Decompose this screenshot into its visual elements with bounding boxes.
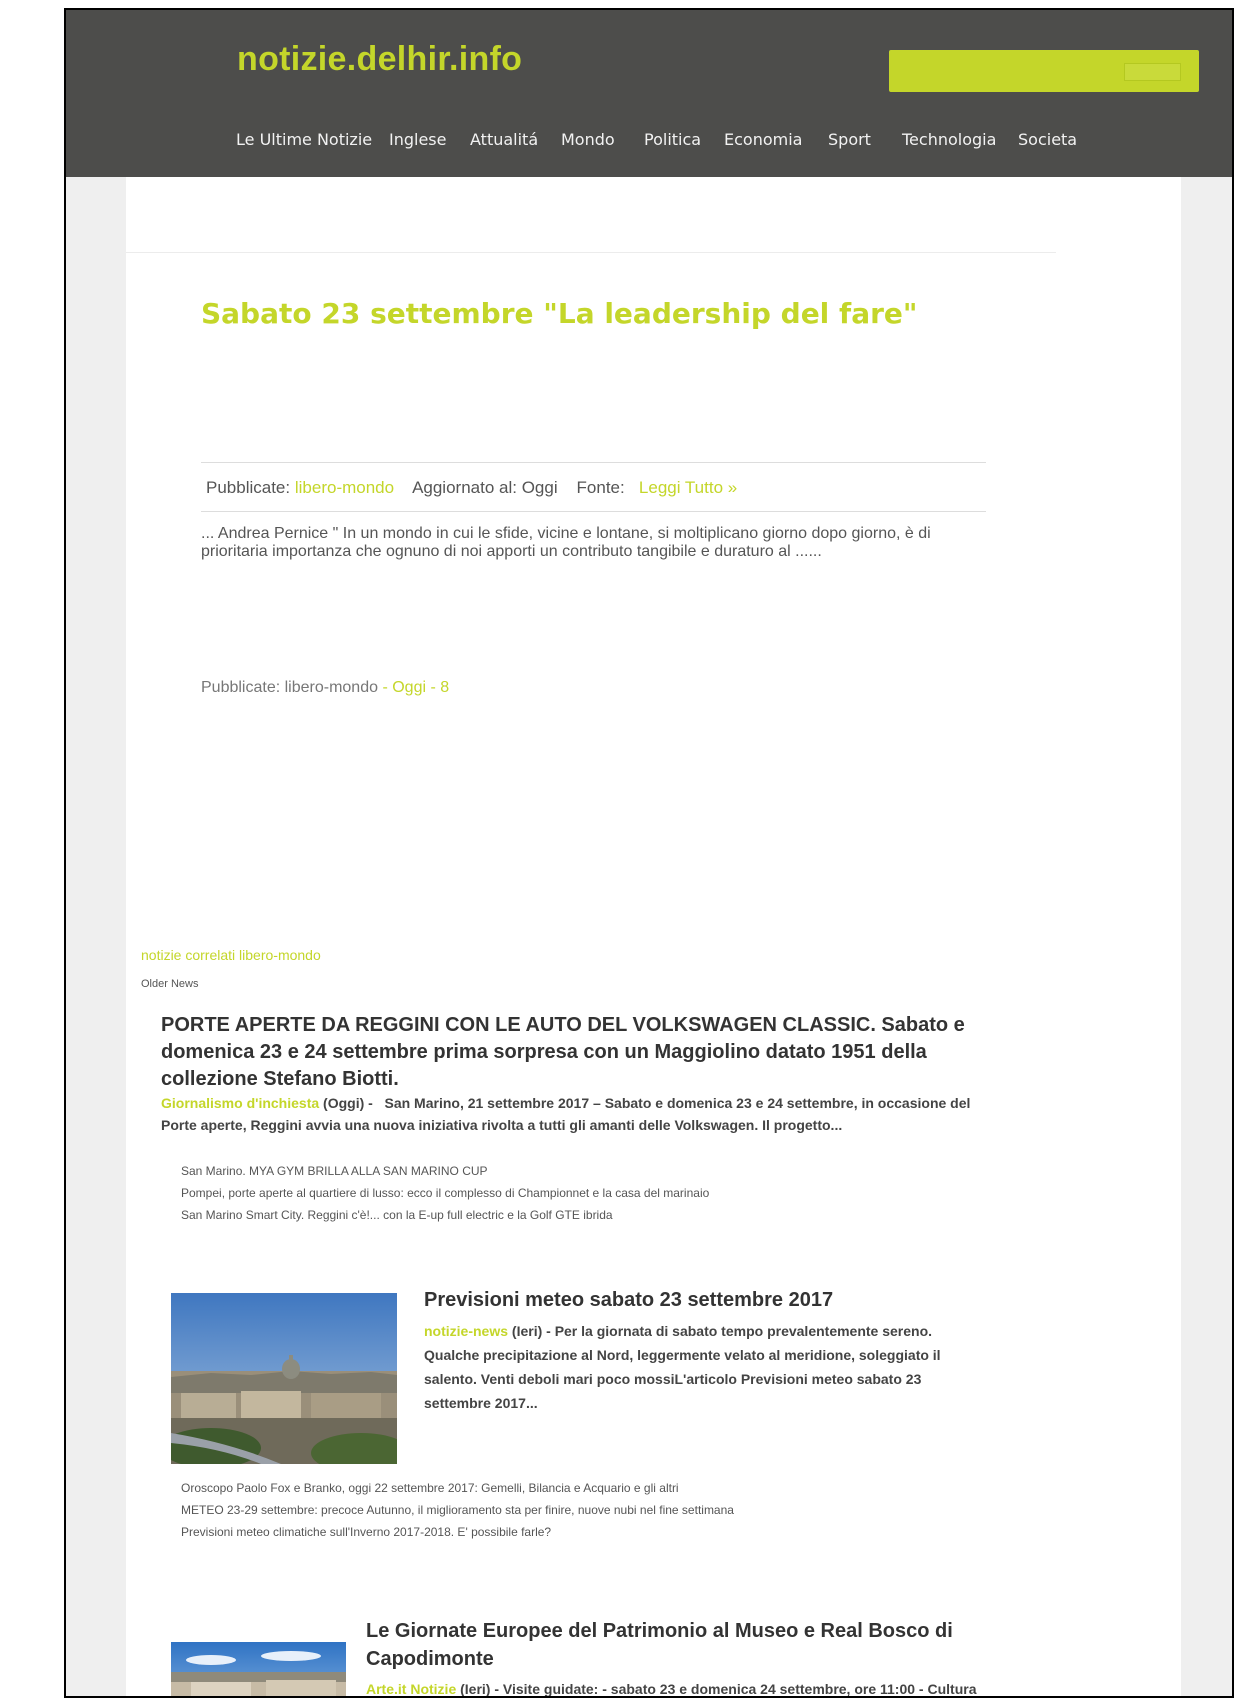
- published-label: Pubblicate:: [206, 478, 291, 497]
- news-thumbnail-capodimonte[interactable]: [171, 1642, 346, 1696]
- news-date: (Ieri) -: [511, 1323, 551, 1339]
- nav-item-mondo[interactable]: Mondo: [561, 130, 615, 149]
- news-title[interactable]: Le Giornate Europee del Patrimonio al Mu…: [366, 1617, 986, 1673]
- related-link[interactable]: San Marino. MYA GYM BRILLA ALLA SAN MARI…: [181, 1160, 709, 1182]
- older-news-label[interactable]: Older News: [141, 978, 198, 990]
- main-content: Sabato 23 settembre "La leadership del f…: [126, 177, 1181, 1697]
- related-links: San Marino. MYA GYM BRILLA ALLA SAN MARI…: [181, 1160, 709, 1226]
- related-link[interactable]: Previsioni meteo climatiche sull'Inverno…: [181, 1521, 734, 1543]
- article-meta: Pubblicate: libero-mondo Aggiornato al: …: [201, 462, 986, 512]
- news-date: (Ieri) -: [460, 1681, 500, 1697]
- article-excerpt: ... Andrea Pernice " In un mondo in cui …: [201, 525, 931, 560]
- news-summary: notizie-news (Ieri) - Per la giornata di…: [424, 1319, 984, 1415]
- news-title[interactable]: PORTE APERTE DA REGGINI CON LE AUTO DEL …: [161, 1012, 981, 1093]
- footer-published: Pubblicate: libero-mondo: [201, 679, 378, 696]
- article-footer: Pubblicate: libero-mondo - Oggi - 8: [201, 679, 449, 697]
- news-source-link[interactable]: Arte.it Notizie: [366, 1681, 456, 1696]
- news-summary: Giornalismo d'inchiesta (Oggi) - San Mar…: [161, 1092, 981, 1136]
- search-button[interactable]: [1124, 63, 1181, 81]
- news-title[interactable]: Previsioni meteo sabato 23 settembre 201…: [424, 1289, 833, 1312]
- site-logo[interactable]: notizie.delhir.info: [237, 40, 522, 79]
- nav-item-inglese[interactable]: Inglese: [389, 130, 446, 149]
- related-heading[interactable]: notizie correlati libero-mondo: [141, 947, 321, 963]
- nav-item-politica[interactable]: Politica: [644, 130, 701, 149]
- source-label: Fonte:: [576, 478, 625, 497]
- main-nav: Le Ultime Notizie Inglese Attualitá Mond…: [66, 130, 1232, 154]
- news-summary: Arte.it Notizie (Ieri) - Visite guidate:…: [366, 1678, 986, 1697]
- related-link[interactable]: Pompei, porte aperte al quartiere di lus…: [181, 1182, 709, 1204]
- news-source-link[interactable]: notizie-news: [424, 1323, 508, 1339]
- updated-value: Oggi: [521, 478, 558, 497]
- page-frame: notizie.delhir.info Le Ultime Notizie In…: [64, 8, 1234, 1698]
- updated-label: Aggiornato al:: [412, 478, 517, 497]
- search-box[interactable]: [889, 50, 1199, 92]
- news-thumbnail-rome[interactable]: [171, 1293, 397, 1464]
- nav-item-ultime-notizie[interactable]: Le Ultime Notizie: [236, 130, 372, 149]
- read-more-link[interactable]: Leggi Tutto »: [639, 478, 737, 497]
- related-link[interactable]: METEO 23-29 settembre: precoce Autunno, …: [181, 1499, 734, 1521]
- nav-item-attualita[interactable]: Attualitá: [470, 130, 538, 149]
- related-link[interactable]: San Marino Smart City. Reggini c'è!... c…: [181, 1204, 709, 1226]
- nav-item-sport[interactable]: Sport: [828, 130, 871, 149]
- published-source-link[interactable]: libero-mondo: [295, 478, 394, 497]
- news-body: Visite guidate: - sabato 23 e domenica 2…: [502, 1681, 977, 1697]
- news-date: (Oggi) -: [323, 1095, 373, 1111]
- nav-item-economia[interactable]: Economia: [724, 130, 802, 149]
- divider: [126, 252, 1056, 253]
- site-header: notizie.delhir.info Le Ultime Notizie In…: [66, 10, 1232, 177]
- nav-item-technologia[interactable]: Technologia: [902, 130, 996, 149]
- nav-item-societa[interactable]: Societa: [1018, 130, 1077, 149]
- news-source-link[interactable]: Giornalismo d'inchiesta: [161, 1095, 319, 1111]
- article-title: Sabato 23 settembre "La leadership del f…: [201, 297, 918, 330]
- related-link[interactable]: Oroscopo Paolo Fox e Branko, oggi 22 set…: [181, 1477, 734, 1499]
- related-links: Oroscopo Paolo Fox e Branko, oggi 22 set…: [181, 1477, 734, 1543]
- footer-rest: - Oggi - 8: [382, 679, 450, 696]
